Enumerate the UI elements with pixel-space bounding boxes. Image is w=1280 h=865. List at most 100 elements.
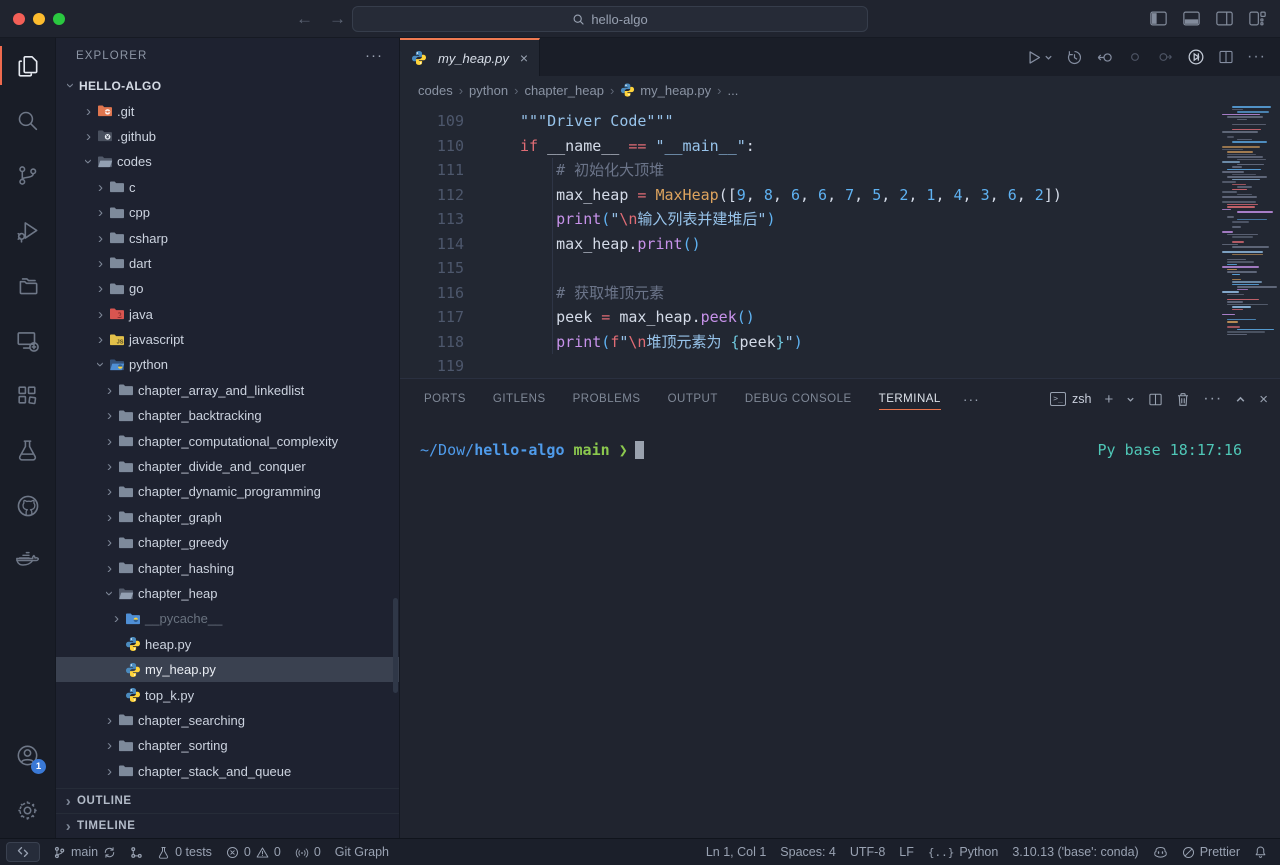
navigate-back-icon[interactable]: ← — [296, 9, 313, 29]
chevron-right-icon[interactable]: › — [101, 713, 118, 728]
panel-tab-output[interactable]: OUTPUT — [668, 389, 718, 409]
tree-item-csharp[interactable]: ›csharp — [56, 225, 399, 250]
tree-item-cpp[interactable]: ›cpp — [56, 200, 399, 225]
activity-remote-explorer-button[interactable] — [0, 313, 55, 368]
chevron-down-icon[interactable]: › — [102, 585, 117, 602]
code-line-113[interactable]: 113 print("\n输入列表并建堆后") — [400, 207, 1280, 232]
code-line-114[interactable]: 114 max_heap.print() — [400, 232, 1280, 257]
tree-item--pycache-[interactable]: ›__pycache__ — [56, 606, 399, 631]
tab-my-heap-py[interactable]: my_heap.py × — [400, 38, 540, 76]
run-python-file-button[interactable] — [1025, 49, 1053, 66]
chevron-right-icon[interactable]: › — [80, 104, 97, 119]
tree-item-chapter-heap[interactable]: ›chapter_heap — [56, 581, 399, 606]
language-mode[interactable]: {..}Python — [921, 839, 1005, 865]
tree-item--github[interactable]: ›.github — [56, 124, 399, 149]
terminal-dropdown-chevron-icon[interactable] — [1126, 395, 1135, 404]
activity-run-debug-button[interactable] — [0, 203, 55, 258]
tree-item-python[interactable]: ›python — [56, 352, 399, 377]
tree-item-chapter-dynamic-programming[interactable]: ›chapter_dynamic_programming — [56, 479, 399, 504]
tree-item-chapter-divide-and-conquer[interactable]: ›chapter_divide_and_conquer — [56, 454, 399, 479]
code-line-110[interactable]: 110if __name__ == "__main__": — [400, 134, 1280, 159]
panel-tab-problems[interactable]: PROBLEMS — [573, 389, 641, 409]
panel-tab-terminal[interactable]: TERMINAL — [879, 389, 941, 410]
code-line-119[interactable]: 119 — [400, 354, 1280, 378]
open-changes-icon[interactable] — [1096, 49, 1114, 66]
code-line-118[interactable]: 118 print(f"\n堆顶元素为 {peek}") — [400, 330, 1280, 355]
accounts-button[interactable]: 1 — [0, 728, 55, 783]
ports-forwarded[interactable]: 0 — [288, 839, 328, 865]
chevron-right-icon[interactable]: › — [92, 281, 109, 296]
python-interpreter[interactable]: 3.10.13 ('base': conda) — [1005, 839, 1145, 865]
chevron-right-icon[interactable]: › — [92, 332, 109, 347]
chevron-right-icon[interactable]: › — [101, 408, 118, 423]
file-history-icon[interactable] — [1066, 49, 1083, 66]
code-line-111[interactable]: 111 # 初始化大顶堆 — [400, 158, 1280, 183]
activity-search-button[interactable] — [0, 93, 55, 148]
chevron-right-icon[interactable]: › — [92, 205, 109, 220]
explorer-more-actions-icon[interactable]: ··· — [365, 47, 383, 64]
tab-close-icon[interactable]: × — [520, 50, 528, 66]
toggle-secondary-sidebar-icon[interactable] — [1216, 11, 1233, 26]
copilot[interactable] — [1146, 839, 1175, 865]
editor-more-actions-icon[interactable]: ··· — [1247, 48, 1266, 66]
breadcrumb-item-python[interactable]: python — [469, 83, 508, 98]
chevron-right-icon[interactable]: › — [108, 611, 125, 626]
tree-item-c[interactable]: ›c — [56, 175, 399, 200]
tree-item-chapter-greedy[interactable]: ›chapter_greedy — [56, 530, 399, 555]
tree-item-codes[interactable]: ›codes — [56, 149, 399, 174]
tree-item-dart[interactable]: ›dart — [56, 251, 399, 276]
tree-item-top-k-py[interactable]: top_k.py — [56, 682, 399, 707]
panel-tab-debug-console[interactable]: DEBUG CONSOLE — [745, 389, 852, 409]
chevron-right-icon[interactable]: › — [92, 307, 109, 322]
tree-item-chapter-sorting[interactable]: ›chapter_sorting — [56, 733, 399, 758]
split-editor-icon[interactable] — [1218, 49, 1234, 65]
tree-item-chapter-hashing[interactable]: ›chapter_hashing — [56, 555, 399, 580]
chevron-down-icon[interactable]: › — [63, 77, 78, 94]
code-line-116[interactable]: 116 # 获取堆顶元素 — [400, 281, 1280, 306]
activity-source-control-button[interactable] — [0, 148, 55, 203]
tree-item-chapter-graph[interactable]: ›chapter_graph — [56, 505, 399, 530]
eol[interactable]: LF — [892, 839, 921, 865]
breadcrumb-item-chapter-heap[interactable]: chapter_heap — [524, 83, 604, 98]
section-timeline[interactable]: ›TIMELINE — [56, 813, 399, 838]
terminal-view[interactable]: ~/Dow/hello-algo main ❯ Py base 18:17:16 — [400, 419, 1280, 838]
section-outline[interactable]: ›OUTLINE — [56, 788, 399, 813]
kill-terminal-icon[interactable] — [1176, 392, 1190, 407]
chevron-down-icon[interactable]: › — [93, 356, 108, 373]
remote-indicator[interactable] — [6, 842, 40, 862]
chevron-right-icon[interactable]: › — [92, 231, 109, 246]
activity-testing-button[interactable] — [0, 423, 55, 478]
chevron-down-icon[interactable]: › — [81, 153, 96, 170]
activity-github-button[interactable] — [0, 478, 55, 533]
chevron-right-icon[interactable]: › — [101, 738, 118, 753]
minimap[interactable] — [1222, 104, 1280, 349]
customize-layout-icon[interactable] — [1249, 11, 1266, 26]
maximize-window-button[interactable] — [53, 13, 65, 25]
sidebar-scrollbar[interactable] — [393, 598, 398, 693]
tree-item-chapter-searching[interactable]: ›chapter_searching — [56, 708, 399, 733]
run-interactive-icon[interactable] — [1187, 48, 1205, 66]
chevron-right-icon[interactable]: › — [101, 434, 118, 449]
tree-item-chapter-computational-complexity[interactable]: ›chapter_computational_complexity — [56, 428, 399, 453]
code-line-109[interactable]: 109"""Driver Code""" — [400, 109, 1280, 134]
breadcrumb-item-my-heap-py[interactable]: my_heap.py — [620, 82, 711, 98]
previous-change-icon[interactable] — [1127, 49, 1143, 65]
chevron-right-icon[interactable]: › — [101, 484, 118, 499]
tree-item-java[interactable]: ›java — [56, 302, 399, 327]
activity-docker-button[interactable] — [0, 533, 55, 588]
tree-item-chapter-backtracking[interactable]: ›chapter_backtracking — [56, 403, 399, 428]
git-graph-button[interactable] — [123, 839, 150, 865]
tree-item-my-heap-py[interactable]: my_heap.py — [56, 657, 399, 682]
problems[interactable]: 00 — [219, 839, 288, 865]
tree-item-javascript[interactable]: ›JSjavascript — [56, 327, 399, 352]
toggle-panel-icon[interactable] — [1183, 11, 1200, 26]
chevron-right-icon[interactable]: › — [101, 510, 118, 525]
terminal-instance[interactable]: >_ zsh — [1050, 392, 1091, 406]
prettier[interactable]: Prettier — [1175, 839, 1247, 865]
git-graph-label[interactable]: Git Graph — [328, 839, 396, 865]
tree-item-chapter-array-and-linkedlist[interactable]: ›chapter_array_and_linkedlist — [56, 378, 399, 403]
panel-more-actions-icon[interactable]: ··· — [1203, 390, 1222, 408]
panel-tab-ports[interactable]: PORTS — [424, 389, 466, 409]
settings-button[interactable] — [0, 783, 55, 838]
run-dropdown-chevron-icon[interactable] — [1044, 53, 1053, 62]
